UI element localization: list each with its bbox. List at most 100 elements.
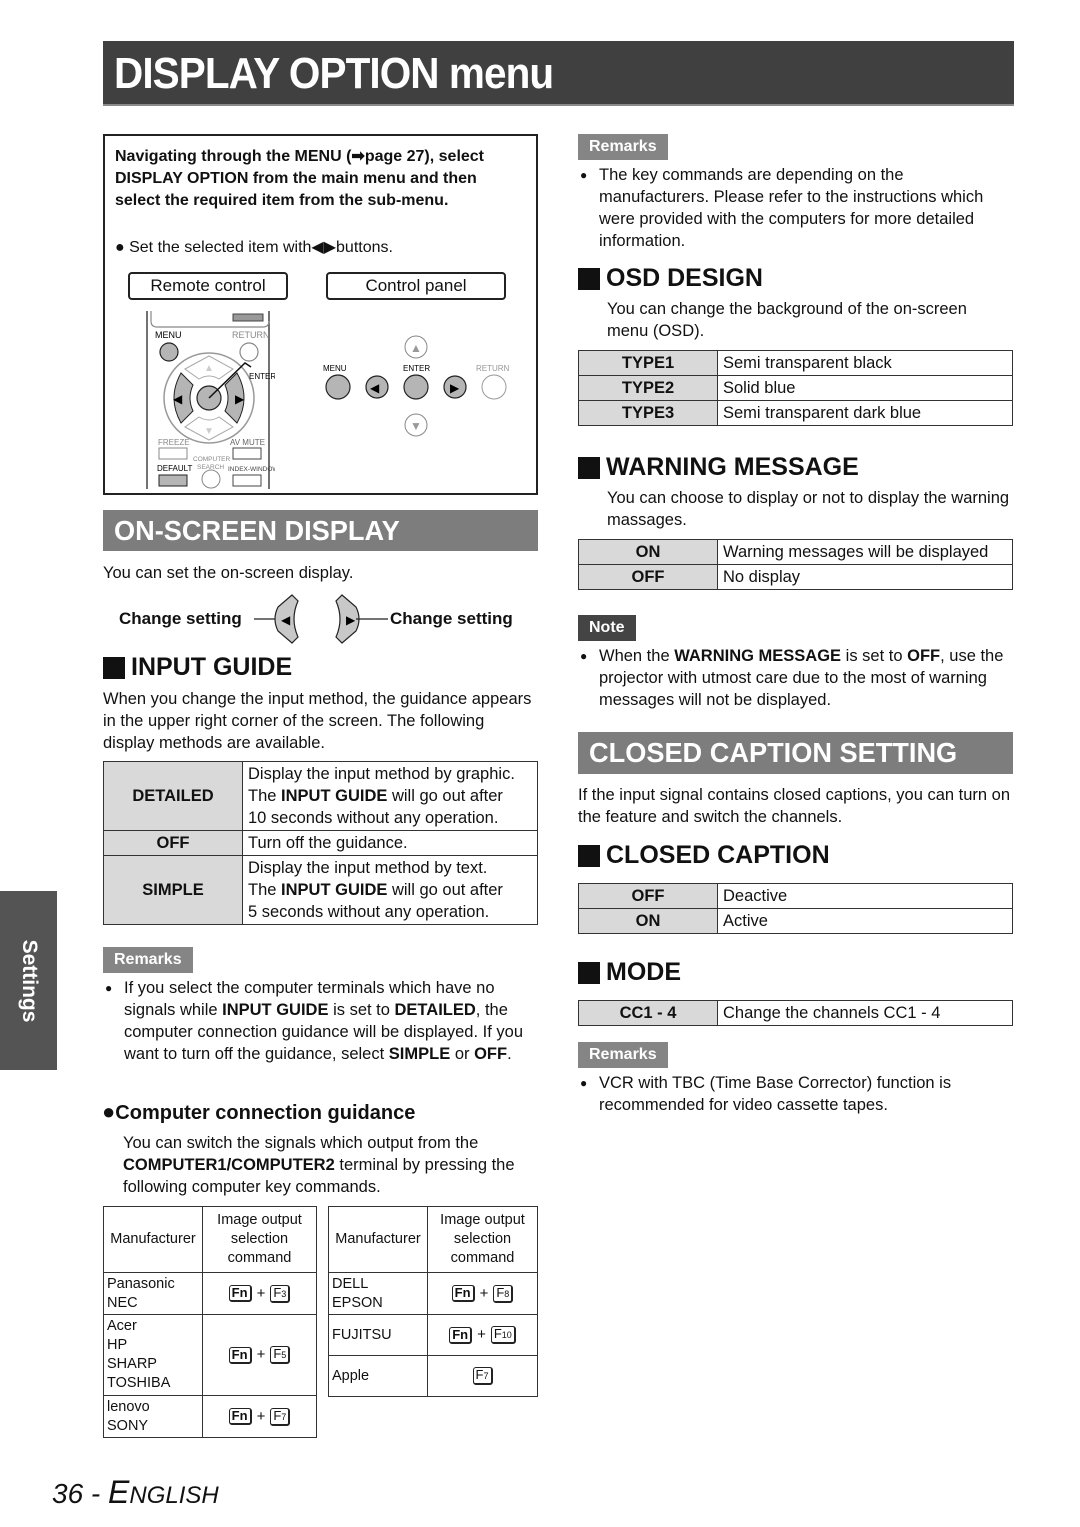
left-arrow-button-icon: ◀ [254,594,299,644]
option-key: OFF [578,883,718,909]
remote-avmute-button[interactable] [232,447,262,460]
warning-message-intro: You can choose to display or not to disp… [607,489,1010,529]
page-title-bar: DISPLAY OPTION menu [103,41,1014,106]
remote-default-button[interactable] [158,474,188,487]
column-header-command: Image output selection command [202,1206,317,1273]
osd-design-heading-text: OSD DESIGN [606,264,763,292]
language-initial: E [108,1474,130,1510]
svg-text:◀: ◀ [173,392,183,406]
panel-enter-label: ENTER [403,364,430,373]
manufacturer-cell: Panasonic NEC [103,1272,203,1315]
closed-caption-setting-heading: CLOSED CAPTION SETTING [578,732,1013,774]
section-square-icon [578,961,600,984]
fn-key-icon: Fn [228,1408,252,1426]
svg-text:▶: ▶ [235,392,245,406]
mode-heading: MODE [578,958,681,987]
table-row: SIMPLE Display the input method by text.… [103,855,538,925]
command-cell: Fn + F5 [202,1314,317,1396]
command-cell: Fn + F7 [202,1395,317,1438]
footer-separator: - [83,1478,109,1509]
remote-return-label: RETURN [232,330,270,340]
remote-computer-search-button[interactable] [201,469,221,489]
option-key: OFF [103,830,243,856]
table-header-row: Manufacturer Image output selection comm… [328,1206,538,1273]
command-cell: Fn + F8 [427,1272,538,1315]
key-command-table-left: Manufacturer Image output selection comm… [103,1206,317,1438]
table-row: ON Warning messages will be displayed [578,539,1013,565]
section-square-icon [103,656,125,679]
remote-enter-label: ENTER [249,372,275,381]
control-panel-illustration: ▲ MENU ENTER RETURN ◀ ▶ ▼ [323,335,510,437]
manufacturer-cell: Acer HP SHARP TOSHIBA [103,1314,203,1396]
command-cell: Fn + F10 [427,1314,538,1356]
bullet-circle-icon: ● [102,1099,116,1124]
option-description: Semi transparent dark blue [717,400,1013,426]
change-setting-left-label: Change setting [119,609,242,628]
f3-key-icon: F3 [270,1284,291,1303]
on-screen-display-intro: You can set the on-screen display. [103,564,354,582]
column-header-command: Image output selection command [427,1206,538,1273]
svg-text:◀: ◀ [370,381,380,395]
on-screen-display-heading-text: ON-SCREEN DISPLAY [114,515,400,546]
table-row: DETAILED Display the input method by gra… [103,761,538,831]
key-commands-remark: The key commands are depending on the ma… [578,164,1014,252]
computer-guidance-heading: ●Computer connection guidance [102,1099,416,1124]
option-key: TYPE2 [578,375,718,401]
option-key: TYPE3 [578,400,718,426]
closed-caption-heading: CLOSED CAPTION [578,841,830,870]
input-guide-remark: If you select the computer terminals whi… [103,977,538,1065]
option-description: Deactive [717,883,1013,909]
warning-message-table: ON Warning messages will be displayed OFF… [578,539,1013,590]
f8-key-icon: F8 [493,1284,514,1303]
fn-key-icon: Fn [228,1285,252,1303]
right-arrow-button-icon: ▶ [335,594,388,644]
svg-text:▲: ▲ [204,363,214,374]
table-row: TYPE3 Semi transparent dark blue [578,400,1013,426]
table-row: OFF No display [578,564,1013,590]
panel-menu-button[interactable] [325,374,351,400]
osd-design-intro: You can change the background of the on-… [607,300,967,340]
closed-caption-intro: If the input signal contains closed capt… [578,786,1011,826]
navigation-instruction: Navigating through the MENU (➡page 27), … [115,148,485,209]
table-header-row: Manufacturer Image output selection comm… [103,1206,317,1273]
settings-side-tab-label: Settings [17,939,41,1022]
option-key: DETAILED [103,761,243,831]
column-header-manufacturer: Manufacturer [103,1206,203,1273]
table-row: Panasonic NEC Fn + F3 [103,1272,317,1315]
remote-index-window-button[interactable] [232,474,262,487]
table-row: ON Active [578,908,1013,934]
page-number: 36 [52,1478,84,1509]
panel-return-button[interactable] [481,374,507,400]
key-command-table-right: Manufacturer Image output selection comm… [328,1206,538,1397]
svg-text:▼: ▼ [410,419,422,433]
svg-text:COMPUTER: COMPUTER [193,456,231,463]
osd-design-heading: OSD DESIGN [578,264,763,293]
option-description: Change the channels CC1 - 4 [717,1000,1013,1026]
panel-enter-button[interactable] [403,374,429,400]
language-rest: NGLISH [129,1482,219,1509]
remote-menu-button[interactable] [159,342,179,362]
option-description: No display [717,564,1013,590]
manufacturer-cell: lenovo SONY [103,1395,203,1438]
computer-guidance-intro: You can switch the signals which output … [123,1134,515,1196]
panel-menu-label: MENU [323,364,347,373]
command-cell: Fn + F3 [202,1272,317,1315]
remote-freeze-button[interactable] [158,447,188,460]
closed-caption-setting-heading-text: CLOSED CAPTION SETTING [589,737,958,768]
table-row: lenovo SONY Fn + F7 [103,1395,317,1438]
table-row: OFF Deactive [578,883,1013,909]
f7-key-icon: F7 [270,1407,291,1426]
manufacturer-cell: DELL EPSON [328,1272,428,1315]
option-key: CC1 - 4 [578,1000,718,1026]
remote-avmute-label: AV MUTE [230,438,265,447]
fn-key-icon: Fn [451,1285,475,1303]
warning-message-note: When the WARNING MESSAGE is set to OFF, … [578,645,1018,711]
svg-text:▶: ▶ [450,381,460,395]
navigation-instructions-box: Navigating through the MENU (➡page 27), … [103,134,538,495]
closed-caption-heading-text: CLOSED CAPTION [606,841,830,869]
section-square-icon [578,844,600,867]
option-description: Display the input method by text. The IN… [242,855,538,925]
remote-return-button[interactable] [239,342,259,362]
table-row: DELL EPSON Fn + F8 [328,1272,538,1315]
manufacturer-cell: FUJITSU [328,1314,428,1356]
